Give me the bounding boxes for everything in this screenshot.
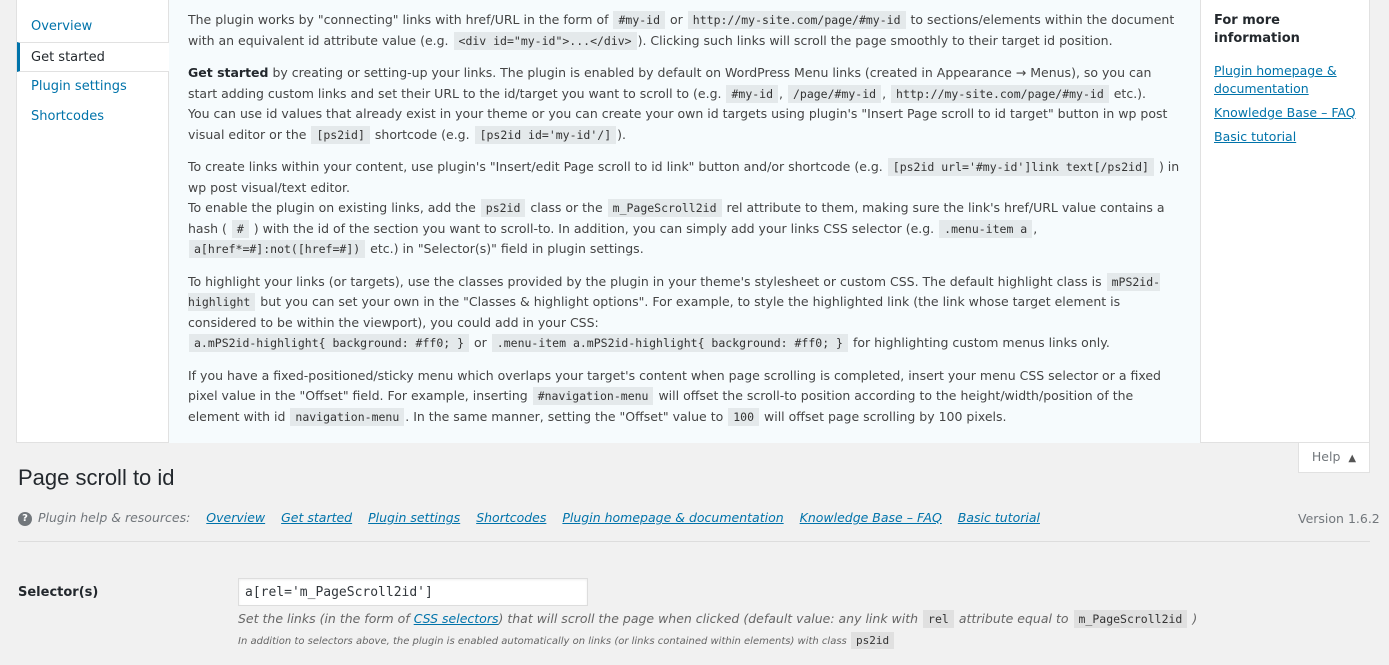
text: etc.). <box>1113 85 1147 101</box>
help-paragraph-links: To create links within your content, use… <box>188 158 1180 258</box>
text: To enable the plugin on existing links, … <box>188 200 476 215</box>
text: ). <box>617 126 626 142</box>
code-snippet: [ps2id] <box>311 125 370 144</box>
text: etc.) in "Selector(s)" field in plugin s… <box>370 241 644 256</box>
tab-plugin-settings[interactable]: Plugin settings <box>17 72 168 102</box>
text: To highlight your links (or targets), us… <box>188 273 1102 289</box>
code-snippet: #my-id <box>613 11 666 29</box>
text: . In the same manner, setting the "Offse… <box>405 408 724 424</box>
code-snippet: <div id="my-id">...</div> <box>453 31 637 50</box>
code-snippet: navigation-menu <box>290 407 405 426</box>
resource-link-plugin-settings[interactable]: Plugin settings <box>368 510 460 525</box>
text: ). Clicking such links will scroll the p… <box>637 32 1113 48</box>
resource-link-shortcodes[interactable]: Shortcodes <box>476 510 546 525</box>
selector-description: Set the links (in the form of CSS select… <box>238 610 1198 628</box>
code-snippet: a.mPS2id-highlight{ background: #ff0; } <box>189 334 470 352</box>
text: for highlighting custom menus links only… <box>852 335 1110 350</box>
help-paragraph-get-started: Get started by creating or setting-up yo… <box>188 65 1168 144</box>
help-circle-icon: ? <box>18 511 32 526</box>
code-snippet: /page/#my-id <box>787 84 882 103</box>
resources-label: Plugin help & resources: <box>38 510 191 525</box>
tab-get-started[interactable]: Get started <box>17 42 169 72</box>
resource-link-overview[interactable]: Overview <box>206 510 265 525</box>
code-snippet: http://my-site.com/page/#my-id <box>891 84 1109 103</box>
code-snippet: rel <box>923 610 954 628</box>
code-snippet: 100 <box>728 407 760 426</box>
code-snippet: a[href*=#]:not([href=#]) <box>189 240 366 258</box>
text: class or the <box>530 200 603 215</box>
css-selectors-link[interactable]: CSS selectors <box>414 611 499 626</box>
code-snippet: http://my-site.com/page/#my-id <box>687 11 906 29</box>
text: or <box>670 12 683 27</box>
help-paragraph-highlight: To highlight your links (or targets), us… <box>188 272 1181 354</box>
code-snippet: #my-id <box>726 84 779 103</box>
arrow-up-icon: ▲ <box>1348 453 1357 464</box>
strong-text: Get started <box>188 65 269 80</box>
help-paragraph-intro: The plugin works by "connecting" links w… <box>188 10 1181 51</box>
selector-input[interactable] <box>238 578 588 606</box>
code-snippet: #navigation-menu <box>532 387 654 405</box>
code-snippet: ps2id <box>850 632 895 649</box>
text: ) that will scroll the page when clicked… <box>498 611 919 626</box>
tab-shortcodes[interactable]: Shortcodes <box>17 102 168 132</box>
text: but you can set your own in the "Classes… <box>188 294 1121 330</box>
help-tabs: Overview Get started Plugin settings Sho… <box>17 0 169 443</box>
code-snippet: [ps2id url='#my-id']link text[/ps2id] <box>887 158 1154 176</box>
resource-link-knowledge-base[interactable]: Knowledge Base – FAQ <box>800 510 942 525</box>
plugin-resources-bar: ? Plugin help & resources: Overview Get s… <box>18 510 1040 526</box>
text: will offset page scrolling by 100 pixels… <box>764 408 1007 424</box>
help-tab-content: The plugin works by "connecting" links w… <box>168 0 1201 443</box>
contextual-help-panel: Overview Get started Plugin settings Sho… <box>16 0 1370 443</box>
code-snippet: m_PageScroll2id <box>1073 610 1188 628</box>
help-paragraph-offset: If you have a fixed-positioned/sticky me… <box>188 366 1181 428</box>
sidebar-link-plugin-homepage[interactable]: Plugin homepage & documentation <box>1214 62 1358 98</box>
text: ) <box>1192 611 1198 626</box>
resource-link-get-started[interactable]: Get started <box>281 510 352 525</box>
text: In addition to selectors above, the plug… <box>238 636 847 647</box>
code-snippet: ps2id <box>480 199 526 217</box>
text: To create links within your content, use… <box>188 159 883 174</box>
tab-overview[interactable]: Overview <box>17 12 168 42</box>
resource-link-plugin-homepage[interactable]: Plugin homepage & documentation <box>562 510 783 525</box>
plugin-version: Version 1.6.2 <box>1298 511 1380 526</box>
help-toggle-button[interactable]: Help ▲ <box>1298 443 1370 473</box>
resource-link-basic-tutorial[interactable]: Basic tutorial <box>958 510 1040 525</box>
code-snippet: .menu-item a <box>939 219 1033 238</box>
code-snippet: [ps2id id='my-id'/] <box>474 125 617 144</box>
code-snippet: m_PageScroll2id <box>607 199 722 217</box>
help-toggle-label: Help <box>1311 449 1341 464</box>
code-snippet: # <box>231 219 249 238</box>
text: shortcode (e.g. <box>374 126 470 142</box>
sidebar-link-knowledge-base[interactable]: Knowledge Base – FAQ <box>1214 104 1358 122</box>
code-snippet: .menu-item a.mPS2id-highlight{ backgroun… <box>491 334 848 352</box>
text: The plugin works by "connecting" links w… <box>188 12 609 27</box>
text: Set the links (in the form of <box>238 611 410 626</box>
divider <box>18 541 1370 542</box>
help-sidebar-title: For more information <box>1214 13 1300 46</box>
text: attribute equal to <box>958 611 1069 626</box>
selector-note: In addition to selectors above, the plug… <box>238 632 895 649</box>
sidebar-link-basic-tutorial[interactable]: Basic tutorial <box>1214 128 1358 146</box>
selector-label: Selector(s) <box>18 585 99 600</box>
page-title: Page scroll to id <box>18 465 175 490</box>
text: ) with the id of the section you want to… <box>253 220 935 236</box>
help-sidebar: For more information Plugin homepage & d… <box>1202 0 1370 152</box>
text: or <box>474 335 487 350</box>
